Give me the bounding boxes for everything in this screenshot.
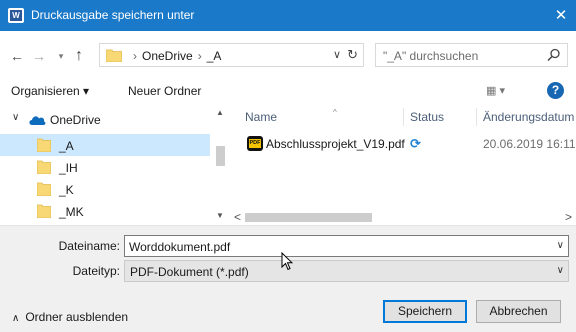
column-header-name[interactable]: ^ Name <box>245 108 337 124</box>
hide-folders-toggle[interactable]: ∧ Ordner ausblenden <box>12 310 128 324</box>
cloud-icon <box>29 116 46 125</box>
search-box[interactable]: "_A" durchsuchen <box>375 43 568 67</box>
scroll-left-icon[interactable]: < <box>234 210 241 224</box>
sort-ascending-icon: ^ <box>333 108 337 117</box>
breadcrumb-separator[interactable]: › <box>133 49 137 63</box>
refresh-button[interactable]: ↻ <box>347 47 358 63</box>
up-button[interactable]: ↑ <box>70 48 88 64</box>
scroll-right-icon[interactable]: > <box>565 210 572 224</box>
file-list-horizontal-scrollbar[interactable]: < > <box>229 209 576 225</box>
tree-item-mk[interactable]: _MK <box>0 200 210 222</box>
tree-label-k: _K <box>59 183 74 197</box>
app-icon-letter: W <box>10 10 22 21</box>
window-title: Druckausgabe speichern unter <box>31 8 195 22</box>
close-button[interactable]: ✕ <box>546 0 576 31</box>
breadcrumb: › OneDrive › _A <box>128 49 221 63</box>
breadcrumb-item-a[interactable]: _A <box>207 49 222 63</box>
filetype-value: PDF-Dokument (*.pdf) <box>130 265 249 279</box>
scroll-thumb[interactable] <box>245 213 372 222</box>
search-placeholder[interactable]: "_A" durchsuchen <box>383 49 478 63</box>
breadcrumb-separator[interactable]: › <box>198 49 202 63</box>
save-button[interactable]: Speichern <box>383 300 467 323</box>
hide-folders-label: Ordner ausblenden <box>25 310 129 324</box>
file-name: Abschlussprojekt_V19.pdf <box>266 137 405 151</box>
scroll-up-icon[interactable]: ▲ <box>216 108 224 117</box>
expand-chevron-icon[interactable]: ∨ <box>12 112 19 123</box>
pdf-file-icon: PDF <box>247 136 263 151</box>
tree-item-k[interactable]: _K <box>0 178 210 200</box>
navigation-pane-scrollbar[interactable]: ▲ ▼ <box>212 104 228 225</box>
folder-icon <box>37 204 51 218</box>
filename-label: Dateiname: <box>58 239 120 253</box>
column-header-status[interactable]: Status <box>410 110 444 124</box>
tree-item-a[interactable]: _A <box>0 134 210 156</box>
column-divider[interactable] <box>403 108 404 126</box>
view-options-button[interactable]: ▦ ▾ <box>486 84 505 97</box>
collapse-chevron-icon: ∧ <box>12 313 20 324</box>
filename-field[interactable]: ∨ <box>124 235 569 257</box>
search-icon[interactable] <box>547 48 561 62</box>
folder-icon <box>106 49 122 62</box>
folder-icon <box>37 160 51 174</box>
title-bar: W Druckausgabe speichern unter ✕ <box>0 0 576 31</box>
address-row: ← → ▾ ↑ › OneDrive › _A ∨ ↻ "_A" durchsuche… <box>0 31 576 79</box>
filename-dropdown-icon[interactable]: ∨ <box>557 240 564 251</box>
column-divider[interactable] <box>476 108 477 126</box>
cancel-button[interactable]: Abbrechen <box>476 300 561 323</box>
folder-icon <box>37 138 51 152</box>
column-header-modified[interactable]: Änderungsdatum <box>483 110 574 124</box>
organize-menu-button[interactable]: Organisieren ▾ <box>11 84 89 98</box>
address-history-dropdown[interactable]: ∨ <box>333 48 341 61</box>
breadcrumb-item-onedrive[interactable]: OneDrive <box>142 49 193 63</box>
tree-label-ih: _IH <box>59 161 78 175</box>
filetype-select[interactable]: PDF-Dokument (*.pdf) ∨ <box>124 260 569 282</box>
file-row[interactable]: PDF Abschlussprojekt_V19.pdf ⟳ 20.06.201… <box>229 134 576 154</box>
help-icon[interactable]: ? <box>547 82 564 99</box>
new-folder-button[interactable]: Neuer Ordner <box>128 84 201 98</box>
save-options-panel: Dateiname: ∨ Dateityp: PDF-Dokument (*.p… <box>0 225 576 332</box>
word-app-icon: W <box>8 8 24 23</box>
filetype-dropdown-icon[interactable]: ∨ <box>557 265 564 276</box>
tree-item-onedrive[interactable]: ∨ OneDrive <box>0 108 210 130</box>
tree-label-mk: _MK <box>59 205 84 219</box>
scroll-down-icon[interactable]: ▼ <box>216 211 224 220</box>
recent-locations-button[interactable]: ▾ <box>52 48 70 64</box>
sync-status-icon: ⟳ <box>410 136 421 151</box>
file-list: ^ Name Status Änderungsdatum PDF Abschlu… <box>229 104 576 225</box>
column-header-name-label: Name <box>245 110 278 124</box>
file-modified-date: 20.06.2019 16:11 <box>483 137 576 151</box>
back-button[interactable]: ← <box>8 48 26 64</box>
command-bar: Organisieren ▾ Neuer Ordner ▦ ▾ ? <box>0 79 576 104</box>
filetype-label: Dateityp: <box>72 264 120 278</box>
tree-label-a: _A <box>59 139 74 153</box>
tree-label-onedrive: OneDrive <box>50 113 101 127</box>
filename-input[interactable] <box>129 239 539 254</box>
address-bar[interactable]: › OneDrive › _A ∨ ↻ <box>99 43 364 67</box>
pdf-icon-text: PDF <box>249 139 261 148</box>
navigation-pane: ∨ OneDrive _A _IH _K _MK ▲ ▼ <box>0 104 228 225</box>
forward-button[interactable]: → <box>30 48 48 64</box>
folder-icon <box>37 182 51 196</box>
scroll-thumb[interactable] <box>216 146 225 166</box>
tree-item-ih[interactable]: _IH <box>0 156 210 178</box>
mouse-pointer-icon <box>281 252 293 271</box>
